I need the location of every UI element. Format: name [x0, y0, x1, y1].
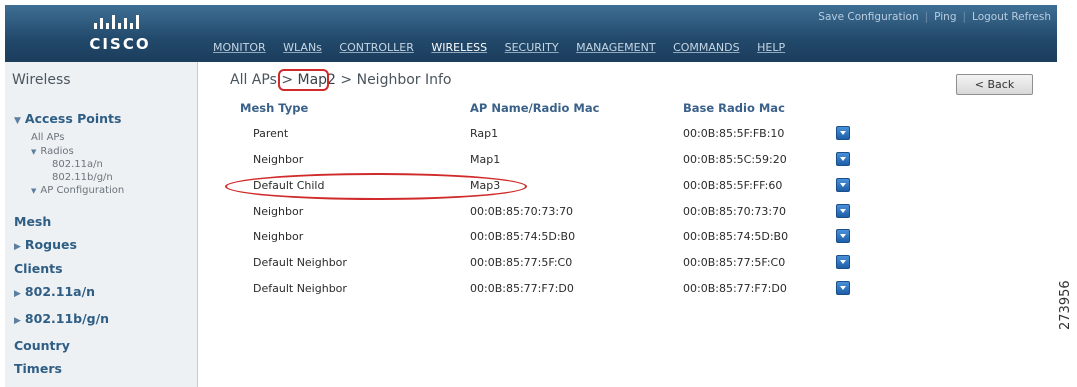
sidebar-item-dot11an[interactable]: ▶ 802.11a/n	[14, 284, 95, 299]
sidebar-item-label: Rogues	[24, 237, 77, 252]
ap-name-cell: 00:0B:85:77:5F:C0	[470, 256, 573, 269]
logo-text: CISCO	[89, 35, 151, 53]
sidebar-item-label: 802.11a/n	[24, 284, 96, 299]
expanded-triangle-icon: ▼	[31, 148, 37, 156]
mesh-type-cell: Neighbor	[253, 230, 304, 243]
base-radio-mac-cell: 00:0B:85:5F:FF:60	[683, 179, 783, 192]
nav-help[interactable]: HELP	[757, 41, 785, 54]
mesh-type-cell: Neighbor	[253, 153, 304, 166]
sidebar-item-radio-bg[interactable]: 802.11b/g/n	[52, 172, 113, 183]
table-row: Default Neighbor 00:0B:85:77:5F:C0 00:0B…	[205, 253, 1051, 273]
highlight-ellipse	[225, 173, 527, 200]
row-dropdown-icon[interactable]	[836, 152, 850, 166]
row-dropdown-icon[interactable]	[836, 178, 850, 192]
ap-name-cell: Rap1	[470, 127, 499, 140]
ap-name-cell: 00:0B:85:74:5D:B0	[470, 230, 576, 243]
base-radio-mac-cell: 00:0B:85:77:F7:D0	[683, 282, 787, 295]
mesh-type-cell: Default Neighbor	[253, 282, 347, 295]
back-button[interactable]: < Back	[956, 74, 1033, 95]
collapsed-triangle-icon: ▶	[14, 242, 21, 252]
nav-controller[interactable]: CONTROLLER	[339, 41, 413, 54]
refresh-link[interactable]: Refresh	[1011, 11, 1051, 23]
row-dropdown-icon[interactable]	[836, 255, 850, 269]
sidebar-title: Wireless	[12, 72, 71, 88]
top-links: Save Configuration | Ping | Logout Refresh	[818, 11, 1051, 23]
ap-name-cell: 00:0B:85:70:73:70	[470, 205, 574, 218]
column-header-base-radio-mac: Base Radio Mac	[683, 101, 785, 115]
sidebar-item-rogues[interactable]: ▶ Rogues	[14, 237, 77, 252]
save-configuration-link[interactable]: Save Configuration	[818, 11, 918, 23]
mesh-type-cell: Parent	[253, 127, 289, 140]
table-row: Neighbor 00:0B:85:70:73:70 00:0B:85:70:7…	[205, 202, 1051, 222]
base-radio-mac-cell: 00:0B:85:74:5D:B0	[683, 230, 789, 243]
row-dropdown-icon[interactable]	[836, 281, 850, 295]
cisco-logo: CISCO	[75, 13, 165, 53]
top-header: CISCO Save Configuration | Ping | Logout Ref…	[5, 5, 1057, 62]
column-header-mesh-type: Mesh Type	[240, 101, 309, 115]
column-header-ap-name: AP Name/Radio Mac	[470, 101, 600, 115]
collapsed-triangle-icon: ▶	[14, 289, 21, 299]
breadcrumb-neighbor-info: > Neighbor Info	[335, 72, 452, 88]
nav-security[interactable]: SECURITY	[505, 41, 559, 54]
logout-link[interactable]: Logout	[972, 11, 1008, 23]
nav-monitor[interactable]: MONITOR	[213, 41, 266, 54]
mesh-type-cell: Neighbor	[253, 205, 304, 218]
sidebar-item-radios[interactable]: ▼ Radios	[31, 146, 74, 157]
row-dropdown-icon[interactable]	[836, 229, 850, 243]
ping-link[interactable]: Ping	[934, 11, 956, 23]
nav-wireless[interactable]: WIRELESS	[431, 41, 487, 54]
table-row: Default Neighbor 00:0B:85:77:F7:D0 00:0B…	[205, 279, 1051, 299]
sidebar: Wireless ▼ Access Points All APs ▼ Radios …	[5, 62, 198, 387]
table-row: Parent Rap1 00:0B:85:5F:FB:10	[205, 124, 1051, 144]
ap-name-cell: 00:0B:85:77:F7:D0	[470, 282, 574, 295]
mesh-type-cell: Default Neighbor	[253, 256, 347, 269]
figure-number: 273956	[1058, 280, 1073, 330]
sidebar-item-timers[interactable]: Timers	[14, 361, 62, 376]
sidebar-item-label: AP Configuration	[40, 185, 125, 196]
sidebar-item-mesh[interactable]: Mesh	[14, 214, 51, 229]
sidebar-item-label: Access Points	[24, 111, 122, 126]
sidebar-item-ap-configuration[interactable]: ▼ AP Configuration	[31, 185, 124, 196]
main-nav: MONITOR WLANs CONTROLLER WIRELESS SECURI…	[213, 41, 799, 54]
table-row: Neighbor Map1 00:0B:85:5C:59:20	[205, 150, 1051, 170]
row-dropdown-icon[interactable]	[836, 126, 850, 140]
sidebar-item-label: Radios	[40, 146, 74, 157]
expanded-triangle-icon: ▼	[31, 187, 37, 195]
sidebar-item-radio-a[interactable]: 802.11a/n	[52, 159, 103, 170]
sidebar-item-country[interactable]: Country	[14, 338, 70, 353]
highlight-box	[278, 69, 329, 91]
base-radio-mac-cell: 00:0B:85:5F:FB:10	[683, 127, 785, 140]
nav-wlans[interactable]: WLANs	[283, 41, 322, 54]
base-radio-mac-cell: 00:0B:85:77:5F:C0	[683, 256, 786, 269]
nav-commands[interactable]: COMMANDS	[673, 41, 740, 54]
row-dropdown-icon[interactable]	[836, 204, 850, 218]
nav-management[interactable]: MANAGEMENT	[576, 41, 655, 54]
ap-name-cell: Map1	[470, 153, 501, 166]
table-row: Neighbor 00:0B:85:74:5D:B0 00:0B:85:74:5…	[205, 227, 1051, 247]
sidebar-item-label: 802.11b/g/n	[24, 311, 110, 326]
sidebar-item-all-aps[interactable]: All APs	[31, 132, 64, 143]
base-radio-mac-cell: 00:0B:85:5C:59:20	[683, 153, 787, 166]
sidebar-item-clients[interactable]: Clients	[14, 261, 63, 276]
breadcrumb: All APs > Map2 > Neighbor Info	[230, 72, 452, 88]
base-radio-mac-cell: 00:0B:85:70:73:70	[683, 205, 787, 218]
expanded-triangle-icon: ▼	[14, 116, 21, 126]
sidebar-item-dot11bgn[interactable]: ▶ 802.11b/g/n	[14, 311, 109, 326]
sidebar-item-access-points[interactable]: ▼ Access Points	[14, 111, 121, 126]
collapsed-triangle-icon: ▶	[14, 316, 21, 326]
